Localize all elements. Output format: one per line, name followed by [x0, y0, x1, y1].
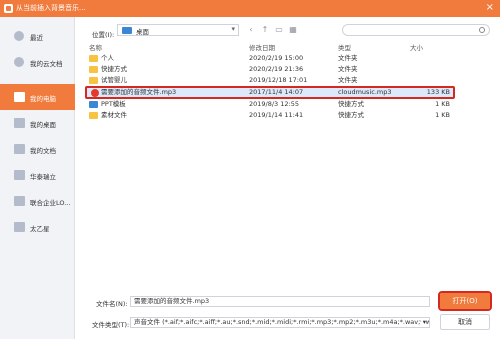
filetype-label: 文件类型(T):: [92, 321, 130, 329]
file-type: 文件夹: [338, 65, 358, 73]
sidebar-item-desktop[interactable]: 我的桌面: [0, 110, 75, 136]
folder-icon: [89, 112, 98, 119]
file-name: PPT模板: [101, 100, 126, 108]
filename-label: 文件名(N):: [96, 300, 128, 308]
chevron-down-icon: ▾: [420, 318, 426, 327]
file-name: 素材文件: [101, 111, 127, 119]
sidebar-item-cloud-docs[interactable]: 我的云文档: [0, 49, 75, 75]
column-modified[interactable]: 修改日期: [249, 42, 275, 52]
filename-field[interactable]: 需要添加的音频文件.mp3: [130, 296, 430, 307]
team-icon: [14, 196, 25, 206]
file-type: 文件夹: [338, 54, 358, 62]
file-modified: 2019/12/18 17:01: [249, 76, 308, 84]
sidebar-item-recent[interactable]: 最近: [0, 23, 75, 49]
shortcut-icon: [89, 101, 98, 108]
file-name: 快捷方式: [101, 65, 127, 73]
computer-icon: [14, 92, 25, 102]
table-row[interactable]: PPT模板 2019/8/3 12:55 快捷方式 1 KB: [85, 99, 455, 110]
clock-icon: [14, 31, 24, 41]
sidebar-item-label: 最近: [30, 34, 43, 42]
sidebar-item-label: 我的文档: [30, 147, 56, 155]
table-row[interactable]: 快捷方式 2020/2/19 21:36 文件夹: [85, 64, 455, 75]
column-type[interactable]: 类型: [338, 42, 351, 52]
sidebar-item-label: 联合企业LO...: [30, 199, 71, 207]
file-size: 1 KB: [435, 111, 450, 119]
file-name: 需要添加的音频文件.mp3: [101, 88, 177, 96]
cancel-button[interactable]: 取消: [440, 314, 490, 330]
app-logo-icon: [4, 4, 13, 13]
location-value: 桌面: [136, 28, 149, 36]
sidebar-item-label: 我的桌面: [30, 121, 56, 129]
up-folder-icon[interactable]: ↑: [261, 26, 269, 34]
table-row[interactable]: 试管婴儿 2019/12/18 17:01 文件夹: [85, 75, 455, 86]
file-modified: 2020/2/19 21:36: [249, 65, 304, 73]
column-size[interactable]: 大小: [410, 42, 423, 52]
file-modified: 2020/2/19 15:00: [249, 54, 304, 62]
file-modified: 2017/11/4 14:07: [249, 88, 304, 96]
chevron-down-icon: ▾: [231, 25, 235, 33]
file-name: 试管婴儿: [101, 76, 127, 84]
sidebar-item-team-1[interactable]: 华泰瑞立: [0, 162, 75, 188]
table-row[interactable]: 个人 2020/2/19 15:00 文件夹: [85, 53, 455, 64]
file-modified: 2019/1/14 11:41: [249, 111, 304, 119]
location-label: 位置(I):: [92, 31, 115, 39]
desktop-folder-icon: [122, 27, 132, 34]
table-row[interactable]: 素材文件 2019/1/14 11:41 快捷方式 1 KB: [85, 110, 455, 121]
sidebar-item-label: 太乙星: [30, 225, 50, 233]
folder-icon: [89, 77, 98, 84]
close-icon[interactable]: ×: [486, 2, 494, 14]
folder-icon: [89, 55, 98, 62]
file-modified: 2019/8/3 12:55: [249, 100, 299, 108]
cloud-icon: [14, 57, 24, 67]
column-header: 名称 修改日期 类型 大小: [85, 42, 495, 52]
column-name[interactable]: 名称: [89, 42, 102, 52]
file-name: 个人: [101, 54, 114, 62]
folder-icon: [89, 66, 98, 73]
back-icon[interactable]: ‹: [247, 26, 255, 34]
search-icon: [479, 27, 485, 33]
sidebar-item-team-2[interactable]: 联合企业LO...: [0, 188, 75, 214]
document-icon: [14, 144, 25, 154]
new-folder-icon[interactable]: ▭: [275, 26, 283, 34]
sidebar: 最近 我的云文档 我的电脑 我的桌面 我的文档 华泰瑞立 联合企业LO... 太…: [0, 17, 75, 339]
file-type: 文件夹: [338, 76, 358, 84]
sidebar-item-my-computer[interactable]: 我的电脑: [0, 84, 75, 110]
file-type: 快捷方式: [338, 111, 364, 119]
file-type: 快捷方式: [338, 100, 364, 108]
team-icon: [14, 222, 25, 232]
sidebar-item-label: 我的电脑: [30, 95, 56, 103]
window-title: 从当前插入背景音乐...: [16, 4, 86, 12]
mp3-icon: [91, 89, 99, 97]
file-size: 133 KB: [426, 88, 450, 96]
desktop-icon: [14, 118, 25, 128]
sidebar-item-team-3[interactable]: 太乙星: [0, 214, 75, 240]
sidebar-item-label: 华泰瑞立: [30, 173, 56, 181]
team-icon: [14, 170, 25, 180]
filetype-dropdown[interactable]: 声音文件 (*.aif;*.aifc;*.aiff;*.au;*.snd;*.m…: [130, 317, 430, 328]
filetype-value: 声音文件 (*.aif;*.aifc;*.aiff;*.au;*.snd;*.m…: [134, 318, 429, 326]
sidebar-item-documents[interactable]: 我的文档: [0, 136, 75, 162]
sidebar-item-label: 我的云文档: [30, 60, 63, 68]
file-type: cloudmusic.mp3: [338, 88, 392, 96]
open-button[interactable]: 打开(O): [438, 291, 492, 311]
table-row-selected[interactable]: 需要添加的音频文件.mp3 2017/11/4 14:07 cloudmusic…: [85, 86, 455, 99]
location-dropdown[interactable]: 桌面 ▾: [117, 24, 239, 36]
search-input[interactable]: [342, 24, 490, 36]
file-size: 1 KB: [435, 100, 450, 108]
view-menu-icon[interactable]: ▦: [289, 26, 297, 34]
title-bar: 从当前插入背景音乐... ×: [0, 0, 500, 17]
